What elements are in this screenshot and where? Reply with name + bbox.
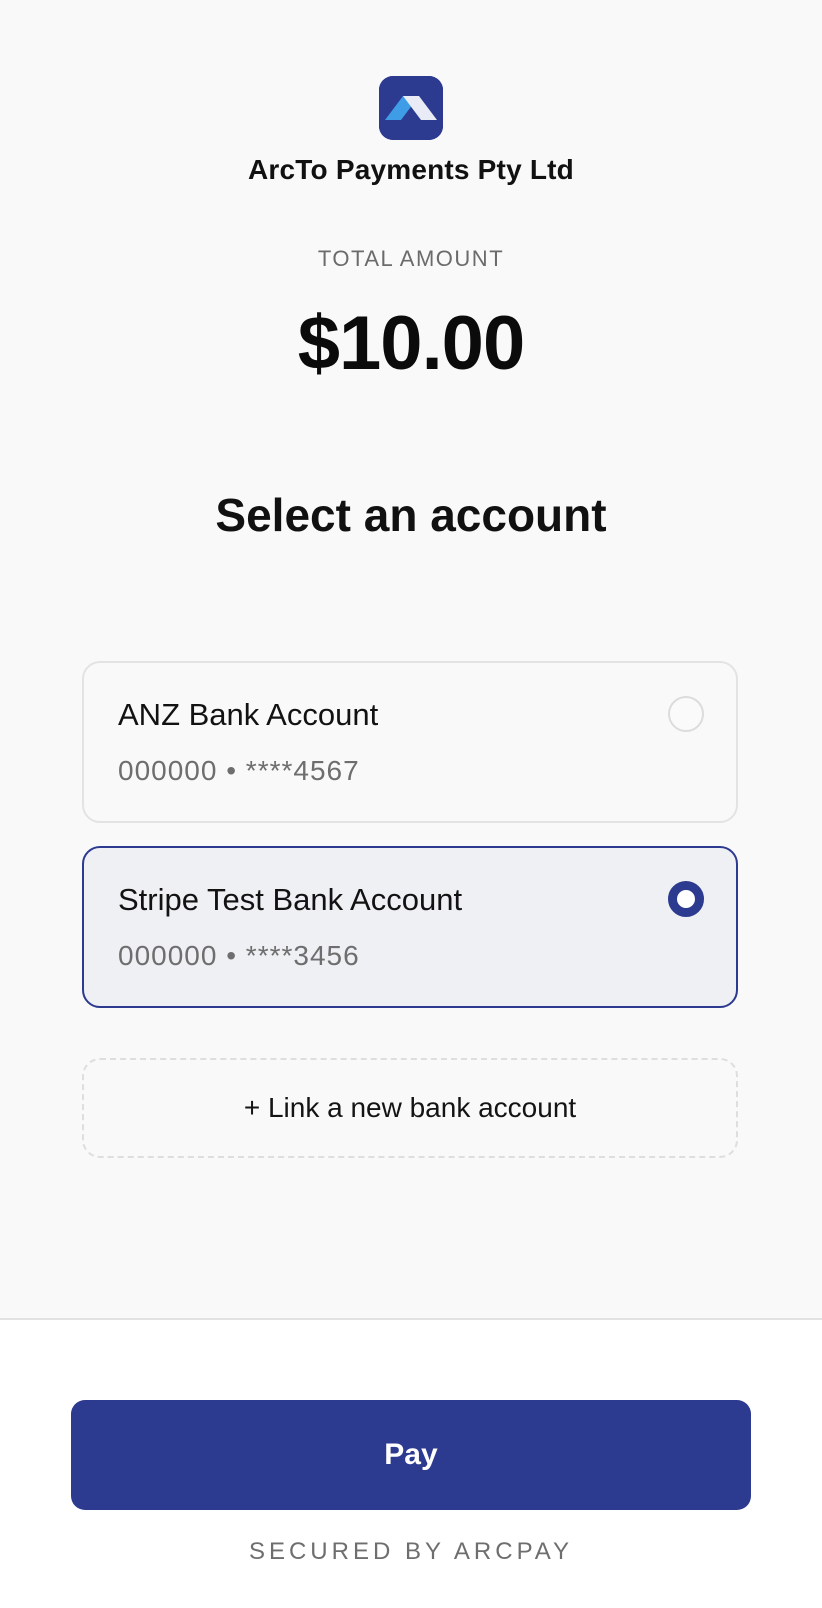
arcto-logo-icon bbox=[379, 76, 443, 140]
merchant-logo-icon bbox=[379, 76, 443, 140]
select-account-title: Select an account bbox=[215, 489, 607, 541]
total-amount-label: TOTAL AMOUNT bbox=[317, 246, 505, 271]
merchant-name: ArcTo Payments Pty Ltd bbox=[248, 154, 574, 185]
account-radio-button[interactable] bbox=[668, 696, 704, 732]
account-radio-button-selected[interactable] bbox=[668, 881, 704, 917]
secured-by-text: SECURED BY ARCPAY bbox=[248, 1538, 574, 1565]
account-name: ANZ Bank Account bbox=[118, 697, 379, 732]
checkout-page: ArcTo Payments Pty Ltd TOTAL AMOUNT $10.… bbox=[0, 0, 822, 1608]
account-detail: 000000 • ****3456 bbox=[118, 940, 360, 971]
account-detail: 000000 • ****4567 bbox=[118, 755, 360, 786]
total-amount-value: $10.00 bbox=[297, 301, 525, 386]
account-option-anz[interactable]: ANZ Bank Account 000000 • ****4567 bbox=[82, 661, 738, 823]
account-name: Stripe Test Bank Account bbox=[118, 882, 463, 917]
link-new-bank-account-button[interactable]: + Link a new bank account bbox=[82, 1058, 738, 1158]
checkout-header-area: ArcTo Payments Pty Ltd TOTAL AMOUNT $10.… bbox=[0, 0, 822, 1318]
account-option-stripe-test[interactable]: Stripe Test Bank Account 000000 • ****34… bbox=[82, 846, 738, 1008]
checkout-footer: Pay SECURED BY ARCPAY bbox=[0, 1318, 822, 1608]
pay-button[interactable]: Pay bbox=[71, 1400, 751, 1510]
